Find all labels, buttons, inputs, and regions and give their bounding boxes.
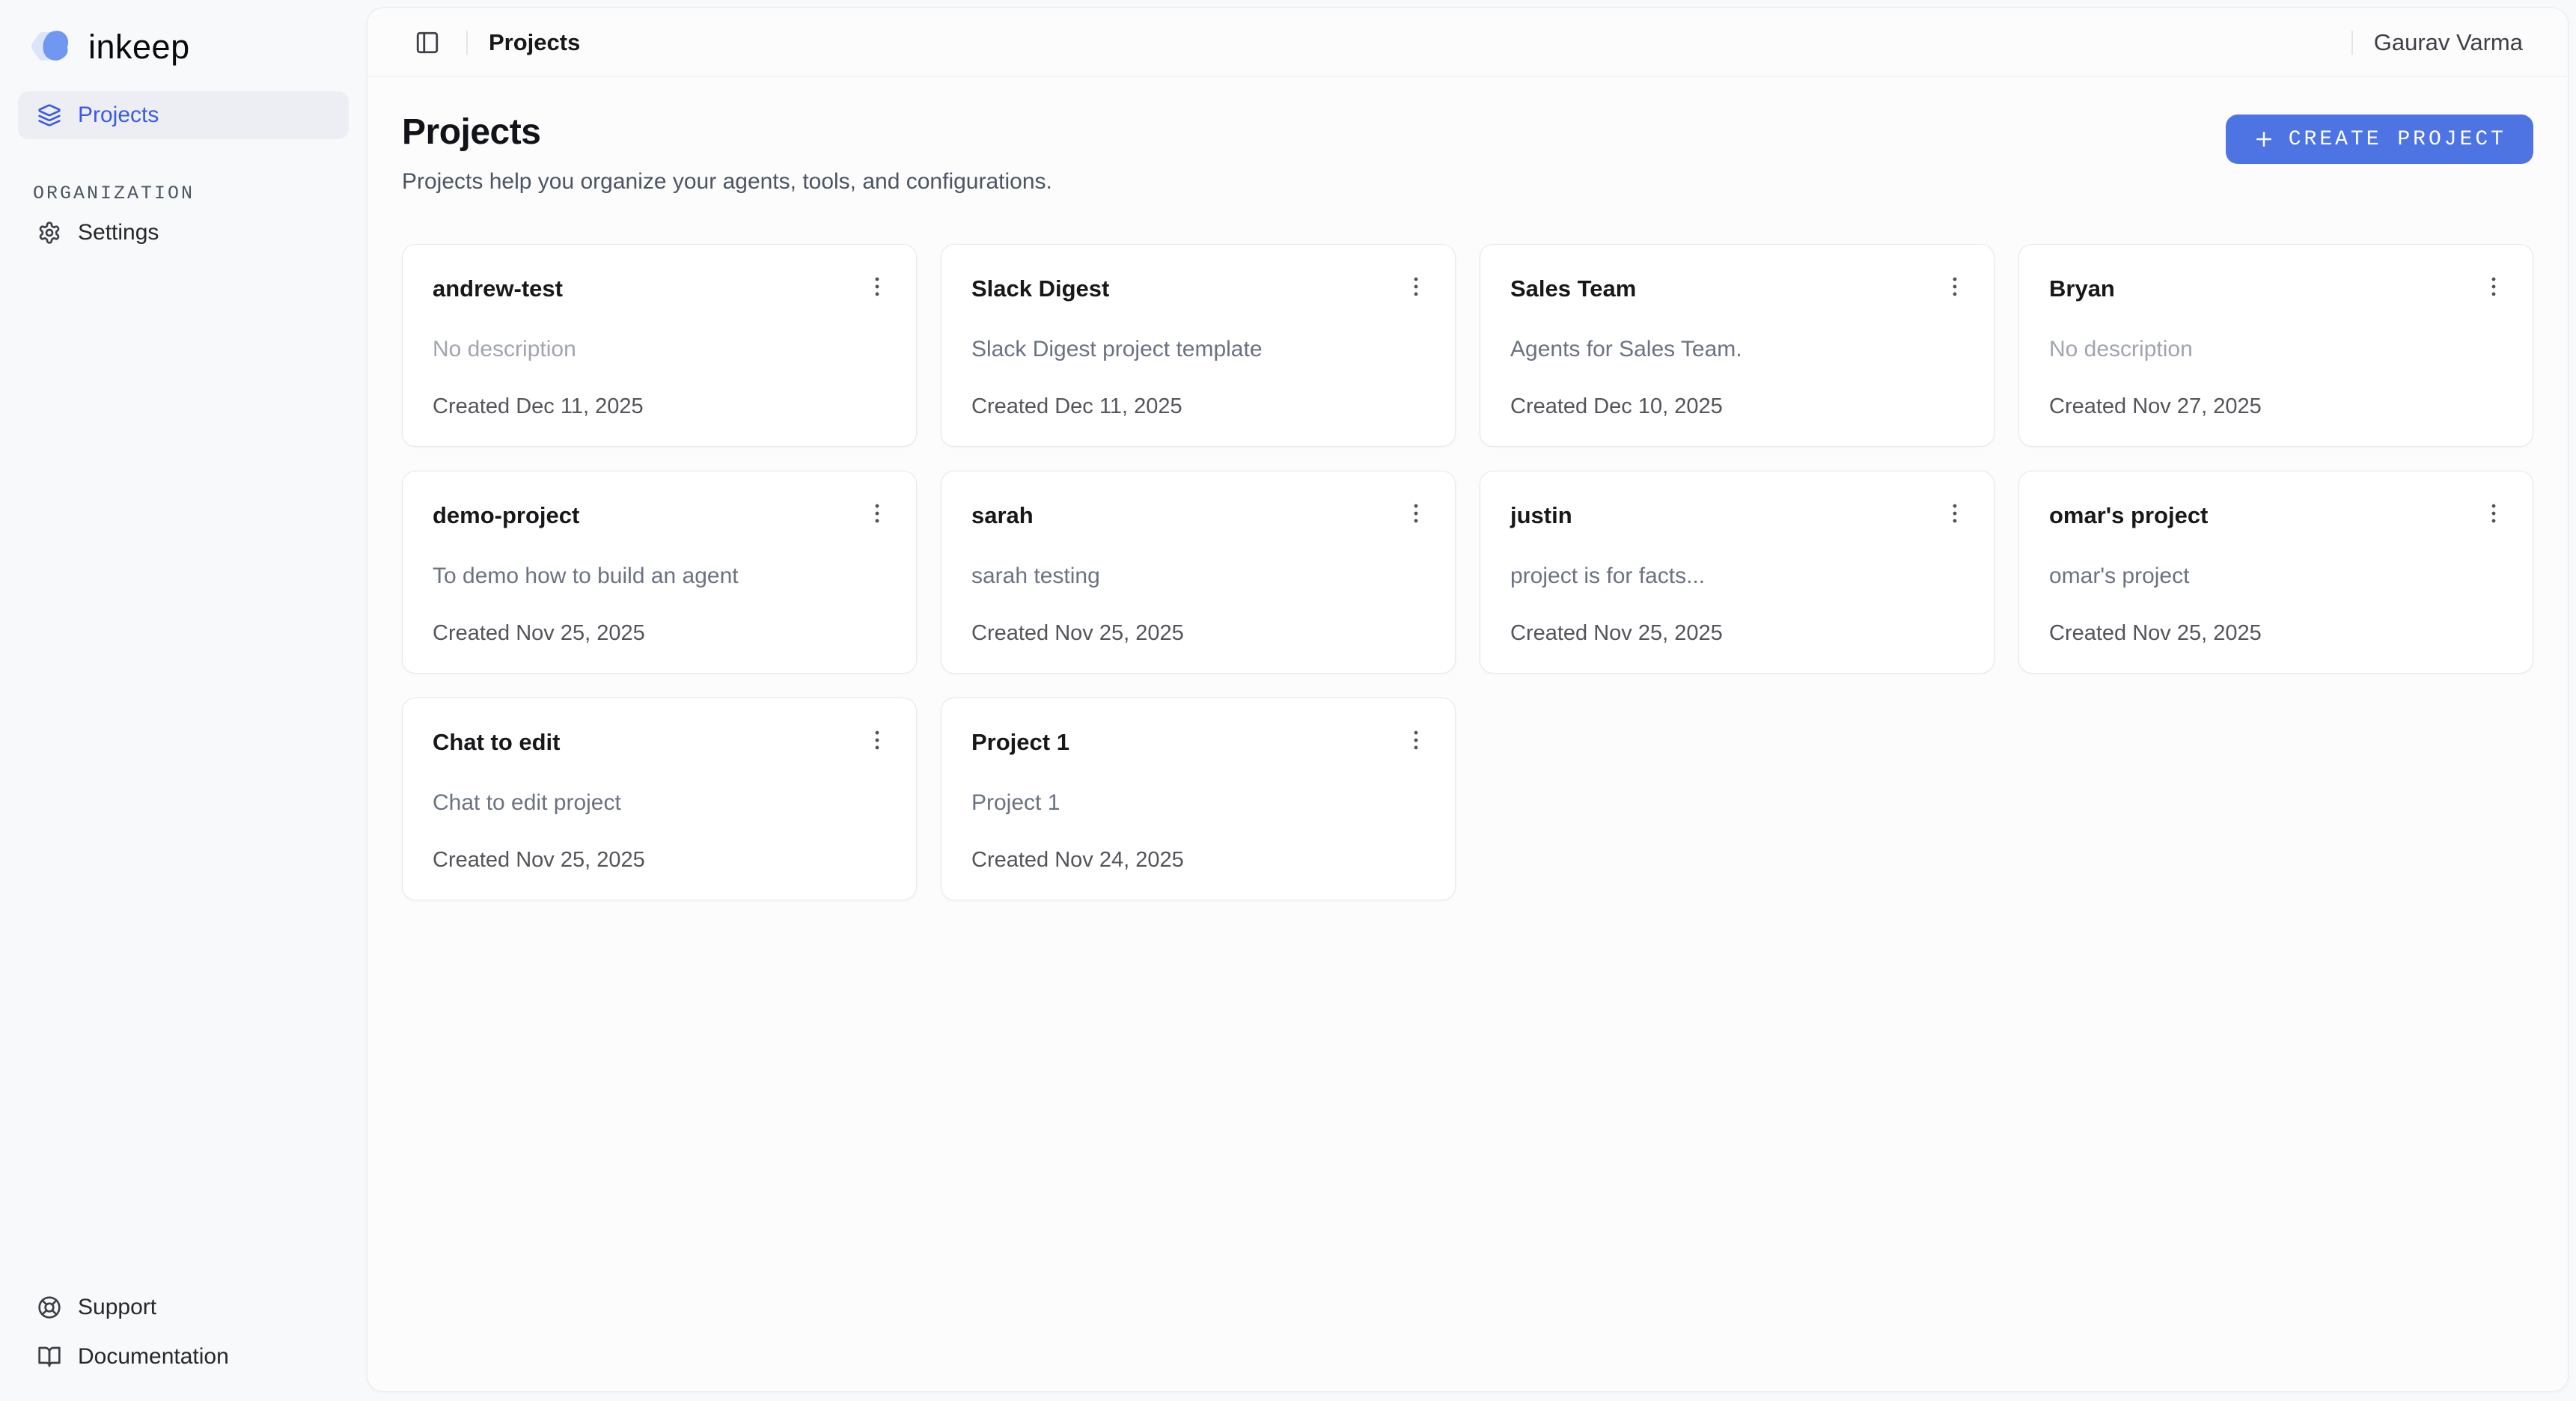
more-vertical-icon [1942,501,1968,526]
project-name: Project 1 [971,728,1069,756]
project-card[interactable]: omar's project omar's project Created No… [2018,471,2533,674]
user-menu[interactable]: Gaurav Varma [2374,29,2523,56]
brand-logo: inkeep [18,25,349,67]
project-created-date: Created Nov 27, 2025 [2049,394,2503,419]
project-description: Agents for Sales Team. [1510,336,1964,363]
more-vertical-icon [1403,727,1429,753]
page-header: Projects Projects help you organize your… [402,112,2533,195]
gear-icon [37,221,61,245]
project-name: Sales Team [1510,275,1636,302]
project-description: project is for facts... [1510,563,1964,590]
project-created-date: Created Nov 24, 2025 [971,848,1425,873]
project-created-date: Created Dec 10, 2025 [1510,394,1964,419]
brand-name: inkeep [88,30,190,64]
create-project-label: CREATE PROJECT [2289,128,2506,151]
project-description: omar's project [2049,563,2503,590]
topbar-divider [466,31,468,55]
inkeep-logo-icon [30,29,78,64]
project-name: Chat to edit [433,728,561,756]
project-menu-button[interactable] [2477,497,2510,530]
more-vertical-icon [1403,501,1429,526]
project-name: justin [1510,501,1572,529]
project-card[interactable]: Chat to edit Chat to edit project Create… [402,698,917,900]
project-name: Bryan [2049,275,2115,302]
project-menu-button[interactable] [1400,724,1432,757]
project-card[interactable]: Slack Digest Slack Digest project templa… [941,244,1456,447]
sidebar-item-label: Documentation [78,1344,229,1370]
project-card[interactable]: justin project is for facts... Created N… [1480,471,1994,674]
more-vertical-icon [2481,501,2506,526]
project-created-date: Created Dec 11, 2025 [971,394,1425,419]
sidebar-item-label: Projects [78,103,159,128]
project-created-date: Created Dec 11, 2025 [433,394,886,419]
project-created-date: Created Nov 25, 2025 [433,848,886,873]
project-card[interactable]: demo-project To demo how to build an age… [402,471,917,674]
project-menu-button[interactable] [1400,497,1432,530]
project-created-date: Created Nov 25, 2025 [433,621,886,646]
main-panel: Projects Gaurav Varma Projects Projects … [367,7,2569,1392]
project-menu-button[interactable] [861,497,894,530]
projects-grid: andrew-test No description Created Dec 1… [402,244,2533,900]
sidebar-item-label: Settings [78,220,159,245]
topbar-divider-right [2351,31,2353,55]
project-menu-button[interactable] [2477,270,2510,303]
sidebar: inkeep Projects ORGANIZATION Settings [0,0,367,1401]
sidebar-item-documentation[interactable]: Documentation [18,1334,349,1380]
sidebar-footer: Support Documentation [18,1284,349,1380]
panel-left-icon [415,30,440,55]
more-vertical-icon [864,501,890,526]
more-vertical-icon [1403,274,1429,299]
life-buoy-icon [37,1295,61,1319]
project-name: andrew-test [433,275,563,302]
project-name: omar's project [2049,501,2208,529]
project-created-date: Created Nov 25, 2025 [2049,621,2503,646]
sidebar-nav: Projects [18,91,349,139]
page-title: Projects [402,112,1052,153]
project-card[interactable]: sarah sarah testing Created Nov 25, 2025 [941,471,1456,674]
more-vertical-icon [2481,274,2506,299]
project-menu-button[interactable] [1400,270,1432,303]
project-menu-button[interactable] [1938,497,1971,530]
project-card[interactable]: Project 1 Project 1 Created Nov 24, 2025 [941,698,1456,900]
project-description: Chat to edit project [433,790,886,817]
more-vertical-icon [864,727,890,753]
project-name: sarah [971,501,1034,529]
layers-icon [37,103,61,127]
project-created-date: Created Nov 25, 2025 [971,621,1425,646]
project-card[interactable]: Sales Team Agents for Sales Team. Create… [1480,244,1994,447]
projects-content: Projects Projects help you organize your… [367,77,2568,1391]
sidebar-item-label: Support [78,1295,156,1320]
project-description: Slack Digest project template [971,336,1425,363]
project-menu-button[interactable] [861,724,894,757]
project-description: To demo how to build an agent [433,563,886,590]
project-card[interactable]: andrew-test No description Created Dec 1… [402,244,917,447]
create-project-button[interactable]: CREATE PROJECT [2226,115,2533,164]
project-menu-button[interactable] [1938,270,1971,303]
project-description: Project 1 [971,790,1425,817]
sidebar-item-projects[interactable]: Projects [18,91,349,139]
project-description: sarah testing [971,563,1425,590]
project-description: No description [433,336,886,363]
project-description: No description [2049,336,2503,363]
project-name: Slack Digest [971,275,1109,302]
plus-icon [2253,128,2275,150]
sidebar-item-settings[interactable]: Settings [18,209,349,257]
breadcrumb: Projects [489,29,580,56]
sidebar-toggle-button[interactable] [409,25,445,61]
project-menu-button[interactable] [861,270,894,303]
page-subtitle: Projects help you organize your agents, … [402,169,1052,195]
sidebar-item-support[interactable]: Support [18,1284,349,1331]
topbar: Projects Gaurav Varma [367,8,2568,77]
project-created-date: Created Nov 25, 2025 [1510,621,1964,646]
project-card[interactable]: Bryan No description Created Nov 27, 202… [2018,244,2533,447]
more-vertical-icon [1942,274,1968,299]
more-vertical-icon [864,274,890,299]
sidebar-section-organization: ORGANIZATION [33,183,349,204]
book-open-icon [37,1345,61,1369]
project-name: demo-project [433,501,579,529]
